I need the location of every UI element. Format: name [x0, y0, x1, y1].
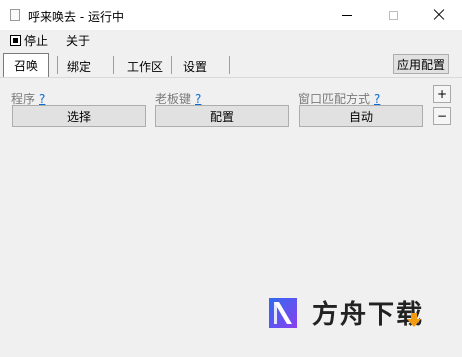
add-button[interactable]: + [433, 85, 451, 103]
close-button[interactable] [416, 0, 462, 30]
tab-separator [229, 56, 230, 74]
tab-workspace-label: 工作区 [126, 59, 163, 74]
tab-summon-label: 召唤 [13, 59, 38, 73]
app-window: 呼来唤去 - 运行中 停止 关于 召唤 绑定 工作区 设置 应用配置 程序 ? … [0, 0, 462, 357]
boss-key-help-link[interactable]: ? [195, 92, 201, 106]
tab-workspace[interactable]: 工作区 [120, 56, 170, 76]
window-title: 呼来唤去 - 运行中 [28, 10, 124, 24]
download-arrow-icon [407, 313, 421, 327]
title-bar: 呼来唤去 - 运行中 [0, 0, 462, 30]
tab-settings[interactable]: 设置 [176, 56, 214, 76]
menu-stop[interactable]: 停止 [10, 32, 48, 49]
tab-summon[interactable]: 召唤 [3, 53, 49, 77]
watermark-logo-icon [269, 297, 297, 328]
menu-stop-label: 停止 [24, 34, 49, 48]
configure-boss-key-label: 配置 [209, 109, 234, 124]
program-label-text: 程序 [11, 92, 36, 106]
minimize-button[interactable] [324, 0, 370, 30]
tab-separator [113, 56, 114, 74]
remove-button[interactable]: − [433, 107, 451, 125]
minus-icon: − [436, 109, 448, 123]
apply-config-label: 应用配置 [396, 57, 445, 72]
window-match-help-link[interactable]: ? [374, 92, 380, 106]
document-icon [10, 9, 20, 21]
stop-icon [10, 35, 21, 46]
watermark: 方舟下载 [266, 294, 424, 331]
configure-boss-key-button[interactable]: 配置 [155, 105, 289, 127]
maximize-icon [388, 10, 398, 20]
menu-about[interactable]: 关于 [66, 32, 90, 49]
select-program-button[interactable]: 选择 [12, 105, 146, 127]
apply-config-button[interactable]: 应用配置 [393, 54, 449, 74]
minimize-icon [342, 14, 352, 16]
menu-about-label: 关于 [66, 34, 91, 48]
window-match-value: 自动 [348, 109, 373, 124]
boss-key-label-text: 老板键 [155, 92, 192, 106]
tab-bind-label: 绑定 [66, 59, 91, 74]
select-program-label: 选择 [66, 109, 91, 124]
window-match-button[interactable]: 自动 [299, 105, 423, 127]
tab-bind[interactable]: 绑定 [60, 56, 98, 76]
close-icon [433, 9, 445, 21]
tab-separator [171, 56, 172, 74]
maximize-button[interactable] [370, 0, 416, 30]
plus-icon: + [436, 87, 448, 101]
tab-divider [0, 77, 462, 78]
window-match-label-text: 窗口匹配方式 [298, 92, 371, 106]
menu-bar: 停止 关于 [0, 30, 462, 50]
tab-separator [57, 56, 58, 74]
program-help-link[interactable]: ? [39, 92, 45, 106]
tab-settings-label: 设置 [182, 59, 207, 74]
